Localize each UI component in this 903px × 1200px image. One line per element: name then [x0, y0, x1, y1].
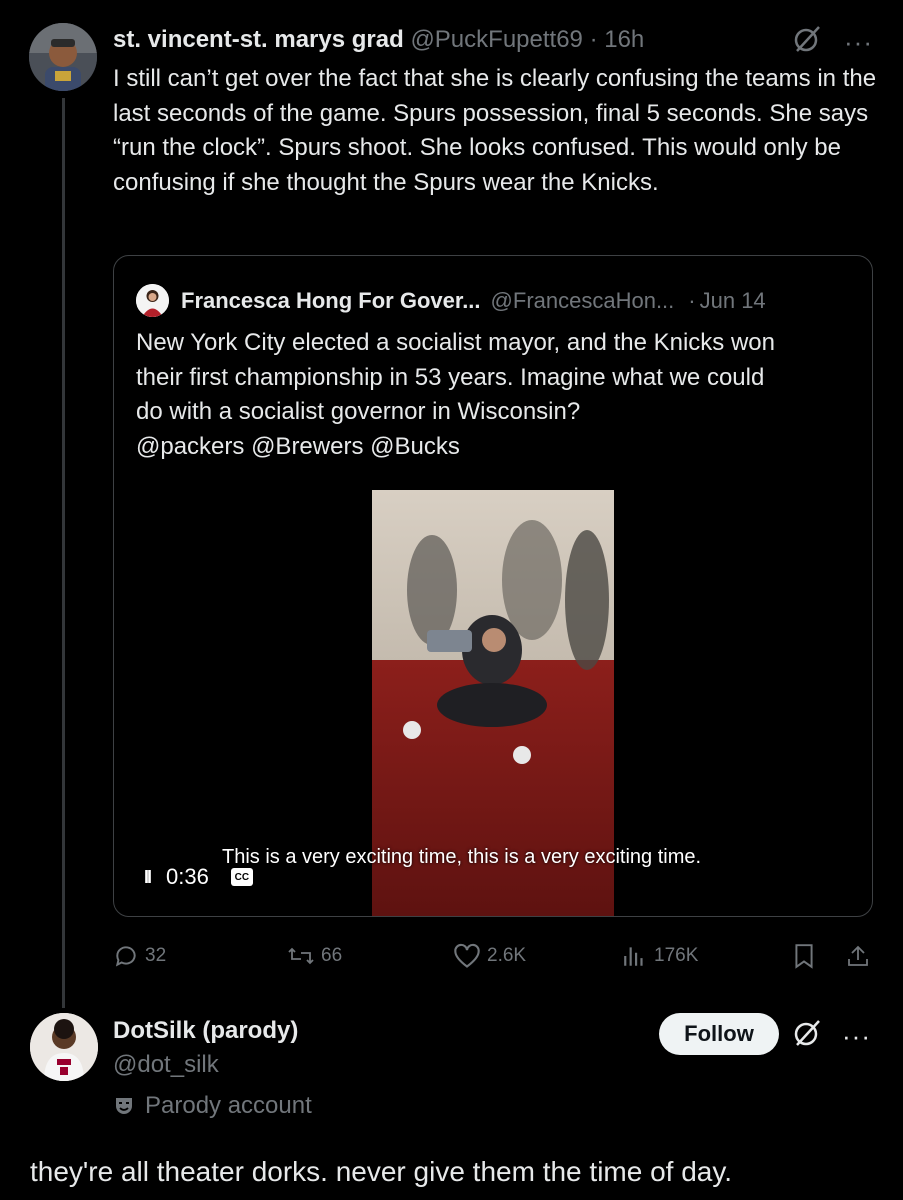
quoted-avatar: [136, 284, 169, 317]
separator: ·: [589, 26, 598, 53]
quoted-handle[interactable]: @FrancescaHon...: [491, 288, 675, 314]
captions-button[interactable]: CC: [230, 868, 253, 886]
quoted-date[interactable]: Jun 14: [700, 288, 766, 314]
quoted-tweet-card[interactable]: Francesca Hong For Gover... @FrancescaHo…: [113, 255, 873, 917]
tweet-header-actions: ···: [792, 24, 873, 59]
repost-count: 66: [321, 945, 343, 966]
handle[interactable]: @PuckFupett69: [410, 26, 582, 53]
display-name[interactable]: DotSilk (parody): [113, 1017, 298, 1045]
quoted-text-line: New York City elected a socialist mayor,…: [136, 329, 775, 356]
tweet-text: they're all theater dorks. never give th…: [30, 1156, 733, 1187]
more-options-button[interactable]: ···: [844, 29, 873, 55]
thread-line: [62, 98, 65, 1008]
timestamp[interactable]: 16h: [604, 26, 644, 53]
video-time: 0:36: [166, 864, 209, 889]
share-button[interactable]: [846, 943, 870, 969]
grok-icon[interactable]: [792, 1018, 822, 1053]
handle[interactable]: @dot_silk: [113, 1051, 219, 1079]
tweet-text: I still can’t get over the fact that she…: [113, 65, 877, 196]
theater-mask-icon: [116, 1098, 132, 1114]
share-icon: [848, 945, 868, 966]
display-name[interactable]: st. vincent-st. marys grad: [113, 26, 404, 53]
quoted-tweet-header: Francesca Hong For Gover... @FrancescaHo…: [136, 284, 766, 317]
tweet-header-actions: ···: [792, 1018, 871, 1053]
pause-icon[interactable]: II: [144, 867, 152, 888]
heart-icon: [454, 943, 480, 968]
more-options-button[interactable]: ···: [842, 1023, 871, 1049]
like-button[interactable]: 2.6K: [453, 943, 526, 969]
reply-button[interactable]: 32: [113, 943, 166, 969]
video-controls: II 0:36 CC: [144, 864, 253, 890]
avatar[interactable]: [30, 1013, 98, 1081]
quoted-text-line: their first championship in 53 years. Im…: [136, 363, 765, 391]
separator: ·: [688, 287, 696, 313]
quoted-text-line[interactable]: @packers @Brewers @Bucks: [136, 430, 856, 465]
quoted-display-name[interactable]: Francesca Hong For Gover...: [181, 288, 481, 314]
reply-count: 32: [145, 945, 167, 966]
view-count: 176K: [654, 945, 699, 966]
repost-icon: [288, 947, 314, 965]
quoted-tweet-text: New York City elected a socialist mayor,…: [136, 326, 856, 464]
tweet-header: st. vincent-st. marys grad @PuckFupett69…: [113, 26, 644, 54]
follow-button[interactable]: Follow: [659, 1013, 779, 1055]
grok-icon[interactable]: [792, 24, 822, 59]
bookmark-icon: [795, 944, 813, 969]
bookmark-button[interactable]: [793, 943, 815, 969]
like-count: 2.6K: [487, 945, 527, 966]
views-button[interactable]: 176K: [622, 943, 698, 969]
quoted-text-line: do with a socialist governor in Wisconsi…: [136, 398, 581, 425]
parody-label: Parody account: [145, 1092, 312, 1119]
reply-icon: [115, 946, 136, 967]
repost-button[interactable]: 66: [287, 943, 342, 969]
views-icon: [624, 947, 643, 966]
avatar[interactable]: [29, 23, 97, 91]
video-caption: This is a very exciting time, this is a …: [222, 846, 702, 868]
parody-badge: Parody account: [113, 1092, 312, 1120]
